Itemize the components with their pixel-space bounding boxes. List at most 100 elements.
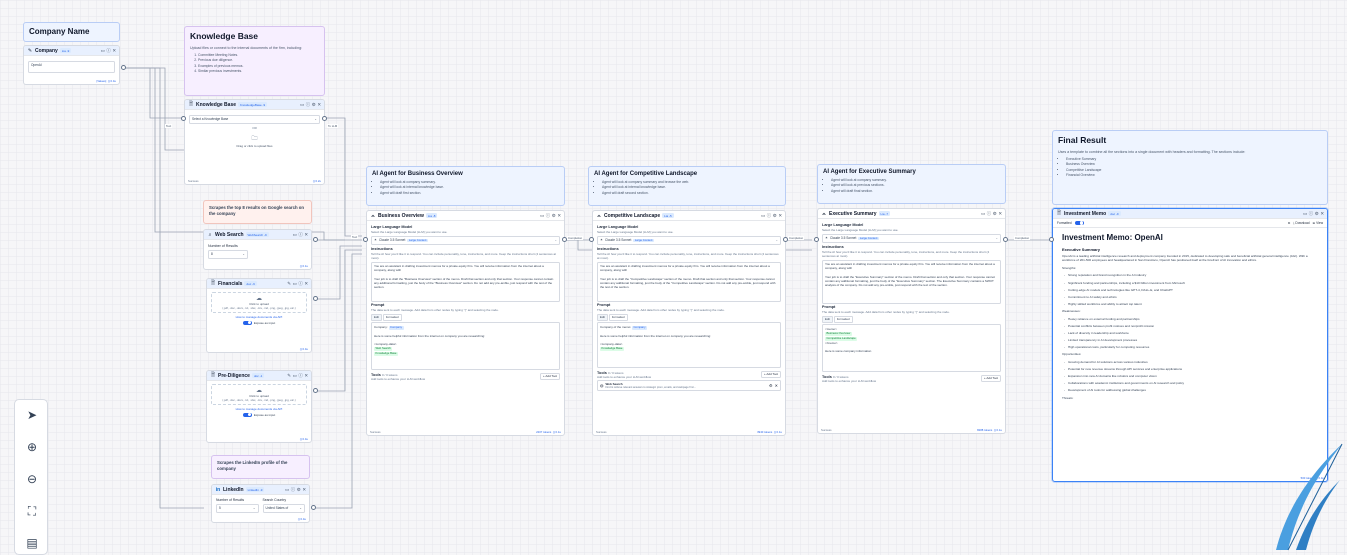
copy-icon[interactable]: ⧉ [1288,221,1290,225]
instructions-textarea[interactable]: You are an assistant in drafting investm… [822,259,1001,304]
close-icon[interactable]: ✕ [775,383,778,388]
output-values[interactable]: [Values] [96,79,106,83]
fit-view-icon[interactable]: ⛶ [15,504,49,519]
output-port[interactable] [313,388,318,393]
input-port[interactable] [814,237,819,242]
tab-edit[interactable]: Edit [597,313,608,321]
add-tool-button[interactable]: + Add Tool [980,374,1001,382]
manage-docs-link[interactable]: How to manage documents via API [211,407,307,411]
close-icon[interactable]: ✕ [317,102,321,108]
info-icon[interactable]: ⓘ [106,48,110,54]
output-port[interactable] [121,65,126,70]
gear-icon[interactable]: ⚙ [312,102,316,108]
input-port[interactable] [363,237,368,242]
zoom-in-icon[interactable]: ⊕ [15,440,49,454]
model-select[interactable]: ✶ Claude 3.5 Sonnet Large Context ⌄ [822,233,1001,244]
info-icon[interactable]: ⓘ [767,213,771,219]
info-icon[interactable]: ⓘ [1309,211,1313,217]
add-tool-button[interactable]: + Add Tool [539,372,560,380]
prompt-textarea[interactable]: Company: Company Here is some helpful in… [371,322,560,371]
business-overview-node[interactable]: ⩕ Business Overview Lia -8 ▭ ⓘ ⚙ ✕ Large La… [366,210,565,436]
input-port[interactable] [1049,237,1054,242]
card-icon[interactable]: ▭ [285,487,289,493]
upload-dropzone[interactable]: 🗀 Drag or click to upload files [189,132,320,150]
company-input[interactable]: OpenAI [28,60,115,73]
expose-toggle[interactable] [242,320,252,325]
card-icon[interactable]: ▭ [293,373,297,379]
info-icon[interactable]: ⓘ [298,232,302,238]
note-web-search[interactable]: Scrapes the top 8 results on Google sear… [203,200,312,224]
pointer-icon[interactable]: ➤ [15,408,49,422]
close-icon[interactable]: ✕ [304,281,308,287]
card-icon[interactable]: ▭ [101,48,105,54]
download-button[interactable]: ⤓ Download [1293,221,1309,225]
card-icon[interactable]: ▭ [293,232,297,238]
upload-dropzone[interactable]: ☁ Click to upload (.pdf, .doc, .docx, .t… [211,292,307,313]
close-icon[interactable]: ✕ [304,232,308,238]
edit-icon[interactable]: ✎ [287,373,291,379]
output-port[interactable] [313,296,318,301]
tool-item[interactable]: ◍ Web Search Find & retrieve relevant ans… [597,380,781,392]
close-icon[interactable]: ✕ [1320,211,1324,217]
model-select[interactable]: ✶ Claude 3.5 Sonnet Large Context ⌄ [597,235,781,246]
note-agent-executive[interactable]: AI Agent for Executive Summary Agent wil… [817,164,1006,204]
info-icon[interactable]: ⓘ [306,102,310,108]
tab-formatted[interactable]: Formatted [833,315,853,323]
add-tool-button[interactable]: + Add Tool [760,370,781,378]
country-select[interactable]: United States of ⌄ [262,503,305,513]
expose-toggle-row[interactable]: Expose as input [211,320,307,325]
company-node[interactable]: ✎ Company Lia -9 ▭ ⓘ ✕ OpenAI [Values] {} … [23,45,120,85]
note-final-result[interactable]: Final Result Uses a template to combine … [1052,130,1328,205]
zoom-out-icon[interactable]: ⊖ [15,472,49,486]
note-agent-competitive[interactable]: AI Agent for Competitive Landscape Agent… [588,166,786,206]
note-company-name[interactable]: Company Name [23,22,120,42]
output-port[interactable] [311,505,316,510]
expose-toggle[interactable] [242,412,252,417]
output-port[interactable] [322,116,327,121]
model-select[interactable]: ✶ Claude 3.5 Sonnet Large Context ⌄ [371,235,560,246]
card-icon[interactable]: ▭ [540,213,544,219]
formatted-toggle[interactable] [1074,220,1084,226]
info-icon[interactable]: ⓘ [291,487,295,493]
gear-icon[interactable]: ⚙ [552,213,556,219]
manage-docs-link[interactable]: How to manage documents via API [211,315,307,319]
card-icon[interactable]: ▭ [981,211,985,217]
output-port[interactable] [562,237,567,242]
note-linkedin[interactable]: Scrapes the LinkedIn profile of the comp… [211,455,310,479]
close-icon[interactable]: ✕ [557,213,561,219]
info-icon[interactable]: ⓘ [298,281,302,287]
view-button[interactable]: ⊞ View [1313,221,1323,225]
gear-icon[interactable]: ⚙ [769,383,773,388]
knowledge-base-select[interactable]: Select a Knowledge Base ⌄ [189,114,320,124]
note-knowledge-base[interactable]: Knowledge Base Upload files or connect t… [184,26,325,96]
tab-formatted[interactable]: Formatted [382,313,402,321]
results-count-input[interactable]: 5 ⌄ [216,503,259,513]
output-port[interactable] [1003,237,1008,242]
close-icon[interactable]: ✕ [304,373,308,379]
tab-edit[interactable]: Edit [371,313,382,321]
note-agent-overview[interactable]: AI Agent for Business Overview Agent wil… [366,166,565,206]
prompt-textarea[interactable]: Company of the memo: Company Here is som… [597,322,781,369]
output-port[interactable] [783,237,788,242]
instructions-textarea[interactable]: You are an assistant in drafting investm… [597,261,781,302]
gear-icon[interactable]: ⚙ [1315,211,1319,217]
gear-icon[interactable]: ⚙ [773,213,777,219]
prompt-textarea[interactable]: <memo> Business Overview Competitive Lan… [822,324,1001,373]
card-icon[interactable]: ▭ [1303,211,1307,217]
close-icon[interactable]: ✕ [302,487,306,493]
web-search-node[interactable]: ⌕ Web Search WebSearch -9 ▭ ⓘ ✕ Number of … [203,229,312,270]
input-port[interactable] [181,116,186,121]
financials-node[interactable]: 🗎 Financials doc -9 ✎ ▭ ⓘ ✕ ☁ Click to uplo… [206,278,312,353]
input-port[interactable] [589,237,594,242]
edit-icon[interactable]: ✎ [287,281,291,287]
tab-formatted[interactable]: Formatted [608,313,628,321]
competitive-landscape-node[interactable]: ⩕ Competitive Landscape Lia -5 ▭ ⓘ ⚙ ✕ Larg… [592,210,786,436]
close-icon[interactable]: ✕ [112,48,116,54]
tab-edit[interactable]: Edit [822,315,833,323]
upload-dropzone[interactable]: ☁ Click to upload (.pdf, .doc, .docx, .t… [211,384,307,405]
knowledge-base-node[interactable]: 🗎 Knowledge Base KnowledgeBase -9 ▭ ⓘ ⚙ ✕ S… [184,99,325,185]
card-icon[interactable]: ▭ [300,102,304,108]
pre-diligence-node[interactable]: 🗎 Pre-Diligence doc -1 ✎ ▭ ⓘ ✕ ☁ Click to u… [206,370,312,443]
expose-toggle-row[interactable]: Expose as input [211,412,307,417]
info-icon[interactable]: ⓘ [298,373,302,379]
